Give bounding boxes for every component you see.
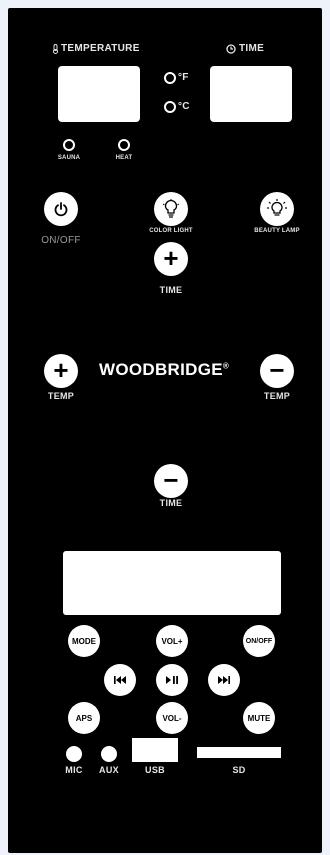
next-button[interactable] <box>208 664 240 696</box>
plus-icon: + <box>53 355 69 385</box>
usb-label: USB <box>145 765 165 775</box>
time-down-label: TIME <box>159 498 183 508</box>
previous-icon <box>114 676 126 684</box>
mic-label: MIC <box>65 765 83 775</box>
thermometer-icon <box>53 44 58 54</box>
fahrenheit-indicator <box>164 72 176 84</box>
volume-down-label: VOL- <box>162 713 182 723</box>
registered-mark: ® <box>222 361 230 371</box>
volume-up-label: VOL+ <box>161 636 183 646</box>
sd-label: SD <box>232 765 246 775</box>
mic-port[interactable] <box>66 746 82 762</box>
temp-down-label: TEMP <box>263 391 291 401</box>
previous-button[interactable] <box>104 664 136 696</box>
time-up-button[interactable]: + <box>154 242 188 276</box>
fahrenheit-label: °F <box>178 72 189 83</box>
heat-indicator <box>118 139 130 151</box>
control-panel: TEMPERATURE TIME °F °C SAUNA HEAT ON/OFF <box>8 8 322 853</box>
time-label: TIME <box>239 43 265 54</box>
plus-icon: + <box>163 243 179 273</box>
aps-button[interactable]: APS <box>68 702 100 734</box>
volume-up-button[interactable]: VOL+ <box>156 625 188 657</box>
celsius-indicator <box>164 101 176 113</box>
media-display <box>63 551 281 615</box>
color-light-label: COLOR LIGHT <box>149 228 193 234</box>
play-pause-button[interactable] <box>156 664 188 696</box>
brand-name: WOODBRIDGE <box>99 360 223 379</box>
clock-icon <box>226 44 236 54</box>
mute-label: MUTE <box>247 713 271 723</box>
light-bulb-icon <box>162 199 180 218</box>
lamp-icon <box>267 199 287 216</box>
beauty-lamp-label: BEAUTY LAMP <box>254 228 300 234</box>
next-icon <box>218 676 230 684</box>
time-up-label: TIME <box>159 285 183 295</box>
time-display <box>210 66 292 122</box>
aux-port[interactable] <box>101 746 117 762</box>
temp-down-button[interactable]: − <box>260 354 294 388</box>
time-header: TIME <box>226 44 264 54</box>
sauna-indicator <box>63 139 75 151</box>
time-down-button[interactable]: − <box>154 464 188 498</box>
aux-label: AUX <box>99 765 119 775</box>
volume-down-button[interactable]: VOL- <box>156 702 188 734</box>
media-power-button[interactable]: ON/OFF <box>243 625 275 657</box>
color-light-button[interactable] <box>154 192 188 226</box>
temperature-display <box>58 66 140 122</box>
brand-logo: WOODBRIDGE® <box>99 360 229 380</box>
play-pause-icon <box>166 676 178 684</box>
sd-card-slot[interactable] <box>197 747 281 758</box>
power-icon <box>54 202 68 217</box>
sauna-label: SAUNA <box>57 155 81 161</box>
mute-button[interactable]: MUTE <box>243 702 275 734</box>
minus-icon: − <box>269 355 285 385</box>
celsius-label: °C <box>178 101 190 112</box>
mode-button[interactable]: MODE <box>68 625 100 657</box>
temp-up-button[interactable]: + <box>44 354 78 388</box>
temperature-header: TEMPERATURE <box>52 44 140 54</box>
usb-port[interactable] <box>132 738 178 762</box>
temperature-label: TEMPERATURE <box>61 43 140 54</box>
heat-label: HEAT <box>115 155 133 161</box>
minus-icon: − <box>163 465 179 495</box>
media-power-label: ON/OFF <box>245 637 273 645</box>
power-button[interactable] <box>44 192 78 226</box>
on-off-label: ON/OFF <box>41 235 81 246</box>
aps-label: APS <box>75 713 93 723</box>
beauty-lamp-button[interactable] <box>260 192 294 226</box>
temp-up-label: TEMP <box>47 391 75 401</box>
mode-label: MODE <box>72 636 96 646</box>
